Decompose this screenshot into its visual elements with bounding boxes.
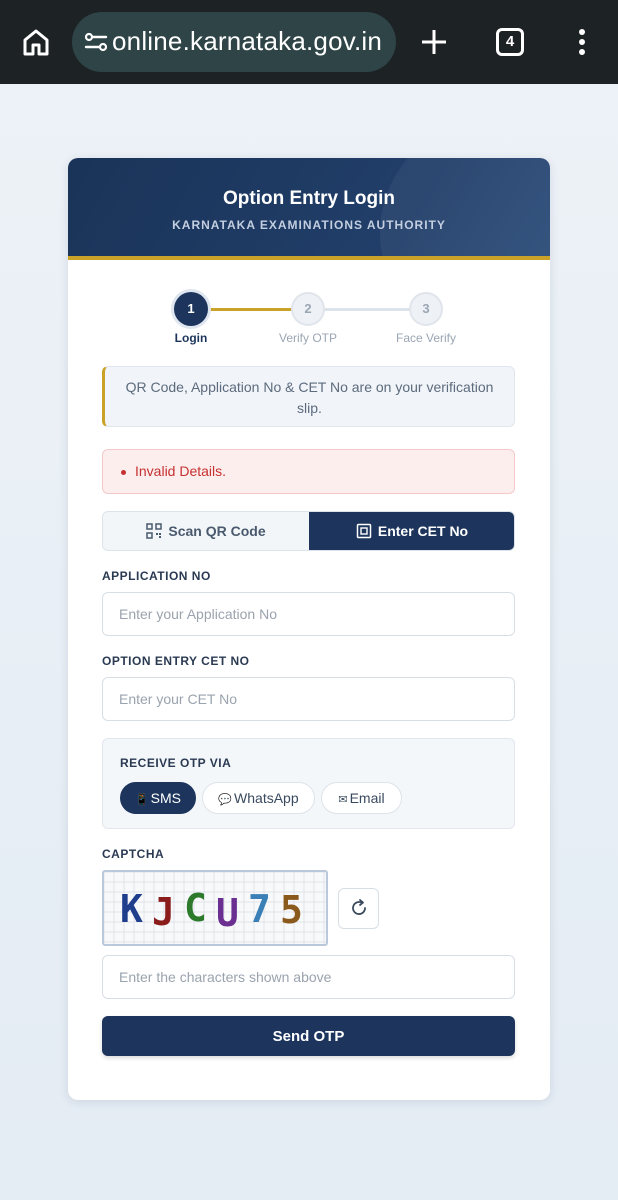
url-text: online.karnataka.gov.in: [112, 26, 383, 56]
captcha-character: K: [120, 887, 143, 931]
phone-icon: 📱: [134, 794, 149, 806]
otp-option-sms-label: SMS: [150, 790, 182, 806]
envelope-icon: ✉: [338, 794, 348, 806]
site-settings-icon[interactable]: [84, 30, 108, 54]
captcha-character: 5: [280, 888, 303, 932]
captcha-label: CAPTCHA: [102, 847, 165, 861]
cet-no-label: OPTION ENTRY CET NO: [102, 654, 250, 668]
error-message: Invalid Details.: [135, 463, 227, 479]
qr-code-icon: [146, 523, 163, 539]
captcha-character: U: [216, 891, 239, 935]
info-notice: QR Code, Application No & CET No are on …: [102, 366, 515, 427]
otp-option-whatsapp-label: WhatsApp: [234, 790, 299, 806]
application-no-label: APPLICATION NO: [102, 569, 211, 583]
step-1-label: Login: [174, 331, 208, 345]
address-bar[interactable]: online.karnataka.gov.in: [72, 12, 396, 72]
captcha-graphic: KJCU75: [104, 872, 326, 944]
page-title: Option Entry Login: [222, 188, 396, 209]
tab-scan-qr-label: Scan QR Code: [168, 523, 266, 539]
send-otp-button[interactable]: Send OTP: [102, 1016, 515, 1056]
captcha-character: C: [184, 886, 207, 930]
id-card-icon: [356, 523, 372, 539]
more-menu-icon[interactable]: [572, 28, 592, 56]
step-1-indicator: 1: [174, 292, 208, 326]
captcha-character: 7: [248, 887, 271, 931]
step-3-label: Face Verify: [395, 331, 457, 345]
otp-option-email-label: Email: [349, 790, 385, 806]
chat-bubble-icon: 💬: [218, 794, 233, 806]
otp-channel-label: RECEIVE OTP VIA: [120, 756, 232, 770]
page-subtitle: KARNATAKA EXAMINATIONS AUTHORITY: [172, 218, 446, 232]
captcha-image: KJCU75: [102, 870, 328, 946]
step-2-label: Verify OTP: [278, 331, 337, 345]
otp-option-whatsapp[interactable]: 💬 WhatsApp: [202, 782, 315, 814]
login-mode-toggle: Scan QR Code Enter CET No: [102, 511, 515, 551]
error-bullet-icon: [121, 469, 126, 475]
browser-toolbar: online.karnataka.gov.in 4: [0, 0, 618, 84]
captcha-input[interactable]: [102, 955, 515, 999]
application-no-input[interactable]: [102, 592, 515, 636]
stepper-connector-complete: [208, 308, 298, 311]
step-2-indicator: 2: [291, 292, 325, 326]
cet-no-input[interactable]: [102, 677, 515, 721]
captcha-refresh-button[interactable]: [338, 888, 379, 929]
otp-channel-panel: RECEIVE OTP VIA 📱 SMS 💬 WhatsApp ✉ Email: [102, 738, 515, 829]
tab-scan-qr[interactable]: Scan QR Code: [103, 512, 309, 550]
card-header: Option Entry Login KARNATAKA EXAMINATION…: [68, 158, 550, 260]
stepper-connector-pending: [324, 308, 416, 311]
step-3-indicator: 3: [409, 292, 443, 326]
home-icon[interactable]: [20, 26, 52, 58]
otp-option-email[interactable]: ✉ Email: [321, 782, 402, 814]
captcha-character: J: [152, 890, 175, 934]
error-alert: Invalid Details.: [102, 449, 515, 494]
refresh-icon: [351, 899, 366, 915]
tab-switcher-button[interactable]: 4: [496, 28, 524, 56]
tab-enter-cet[interactable]: Enter CET No: [309, 512, 514, 550]
new-tab-icon[interactable]: [420, 28, 448, 56]
tab-enter-cet-label: Enter CET No: [377, 523, 469, 539]
login-card: Option Entry Login KARNATAKA EXAMINATION…: [68, 158, 550, 1100]
otp-option-sms[interactable]: 📱 SMS: [120, 782, 196, 814]
